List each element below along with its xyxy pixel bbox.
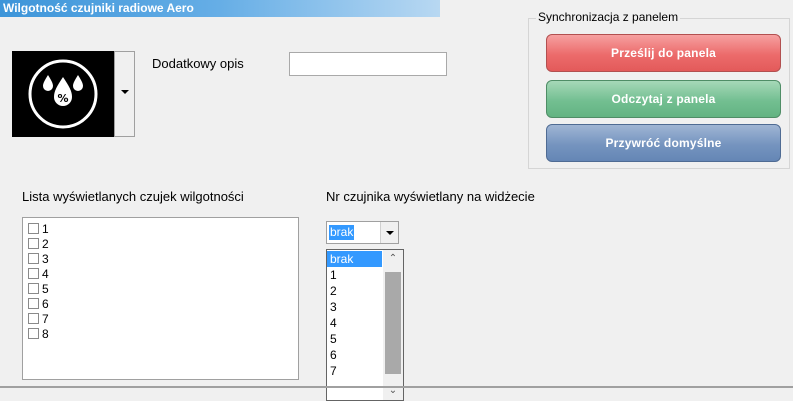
sensor-checklist: 1 2 3 4 5 6 7 8 [22,217,299,380]
widget-sensor-select[interactable]: brak [326,221,399,244]
list-item[interactable]: 1 [28,222,49,236]
list-item[interactable]: 4 [28,267,49,281]
option-item[interactable]: 7 [327,363,382,379]
checkbox[interactable] [28,268,39,280]
list-item[interactable]: 8 [28,327,49,341]
description-label: Dodatkowy opis [152,56,244,71]
checkbox[interactable] [28,238,39,250]
chevron-down-icon [386,231,394,235]
chevron-down-icon [121,90,129,94]
scroll-down-icon[interactable]: ⌄ [383,382,403,400]
scroll-up-icon[interactable]: ⌃ [383,250,403,268]
description-input[interactable] [289,52,447,76]
option-item[interactable]: brak [327,251,382,267]
list-item[interactable]: 3 [28,252,49,266]
restore-defaults-button[interactable]: Przywróć domyślne [546,124,781,162]
dropdown-button[interactable] [380,222,398,243]
option-item[interactable]: 1 [327,267,382,283]
widget-sensor-label: Nr czujnika wyświetlany na widżecie [326,189,535,204]
svg-text:%: % [57,92,68,105]
send-to-panel-button[interactable]: Prześlij do panela [546,34,781,72]
checkbox[interactable] [28,313,39,325]
icon-dropdown-button[interactable] [114,51,135,137]
list-item[interactable]: 5 [28,282,49,296]
option-item[interactable]: 3 [327,299,382,315]
option-item[interactable]: 6 [327,347,382,363]
scrollbar[interactable]: ⌃ ⌄ [383,250,403,400]
sensor-icon-preview[interactable]: % [12,51,114,137]
option-item[interactable]: 2 [327,283,382,299]
checkbox[interactable] [28,253,39,265]
checkbox[interactable] [28,283,39,295]
checkbox[interactable] [28,223,39,235]
sync-legend: Synchronizacja z panelem [536,10,681,24]
read-from-panel-button[interactable]: Odczytaj z panela [546,80,781,118]
list-item[interactable]: 2 [28,237,49,251]
selected-value: brak [329,225,355,240]
option-item[interactable]: 5 [327,331,382,347]
section-title: Wilgotność czujniki radiowe Aero [0,0,440,17]
divider [0,386,793,388]
list-item[interactable]: 7 [28,312,49,326]
widget-sensor-options: brak 1 2 3 4 5 6 7 ⌃ ⌄ [326,249,404,401]
list-item[interactable]: 6 [28,297,49,311]
checkbox[interactable] [28,298,39,310]
option-item[interactable]: 4 [327,315,382,331]
sensor-list-label: Lista wyświetlanych czujek wilgotności [22,189,244,204]
humidity-percent-icon: % [28,59,98,129]
scrollbar-thumb[interactable] [385,272,401,374]
checkbox[interactable] [28,328,39,340]
